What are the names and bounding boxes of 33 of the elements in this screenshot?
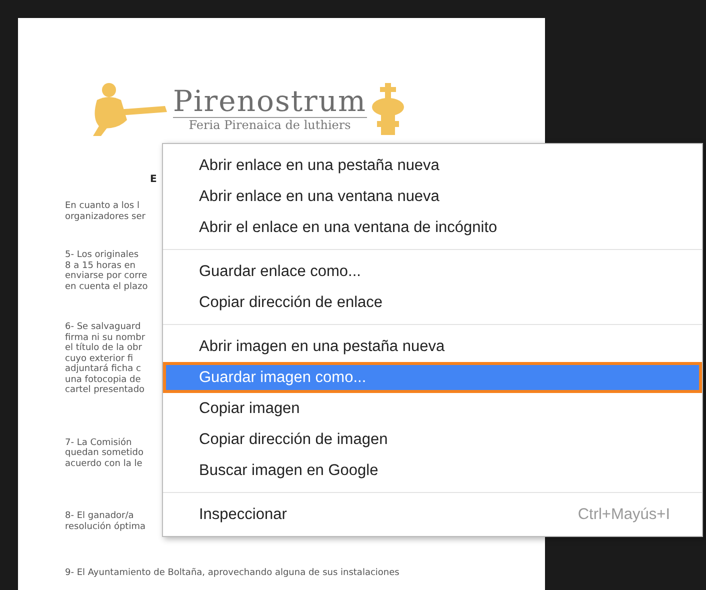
text-line: 7- La Comisión (65, 438, 132, 448)
text-line: adjuntará ficha c (65, 364, 141, 374)
menu-item[interactable]: Inspeccionar Ctrl+Mayús+I (163, 499, 702, 530)
menu-item[interactable]: Copiar dirección de imagen (163, 424, 702, 455)
text-line: 6- Se salvaguard (65, 322, 141, 332)
menu-item[interactable]: Abrir enlace en una pestaña nueva (163, 150, 702, 181)
text-line: en cuenta el plazo (65, 282, 148, 292)
menu-item[interactable]: Abrir enlace en una ventana nueva (163, 181, 702, 212)
text-line: firma ni su nombr (65, 332, 146, 342)
text-line: cartel presentado (65, 385, 145, 396)
text-line: cuyo exterior fi (65, 354, 134, 364)
text-line: enviarse por corre (65, 271, 148, 282)
text-line: quedan sometido (65, 448, 144, 458)
logo-subtitle: Feria Pirenaica de luthiers (188, 118, 351, 133)
text-line: una fotocopia de (65, 374, 141, 385)
logo-title: Pirenostrum (173, 85, 367, 118)
text-line: organizadores ser (65, 212, 146, 222)
menu-item[interactable]: Guardar enlace como... (163, 256, 702, 287)
text-line: 8 a 15 horas en (65, 260, 136, 271)
menu-item[interactable]: Copiar imagen (163, 393, 702, 424)
menu-item[interactable]: Guardar imagen como... (163, 362, 702, 393)
menu-item[interactable]: Abrir imagen en una pestaña nueva (163, 331, 702, 362)
menu-item[interactable]: Abrir el enlace en una ventana de incógnito (163, 212, 702, 243)
menu-item[interactable]: Copiar dirección de enlace (163, 287, 702, 318)
text-line: resolución óptima (65, 522, 146, 532)
menu-item[interactable]: Buscar imagen en Google (163, 455, 702, 486)
text-line: 8- El ganador/a (65, 511, 134, 522)
text-line: 5- Los originales (65, 250, 139, 260)
section-heading: E (150, 174, 158, 186)
text-line: 9- El Ayuntamiento de Boltaña, aprovechando alguna de sus instalaciones (65, 568, 400, 578)
text-line: el título de la obr (65, 343, 142, 354)
text-line: acuerdo con la le (65, 458, 142, 469)
text-line: En cuanto a los l (65, 201, 140, 212)
